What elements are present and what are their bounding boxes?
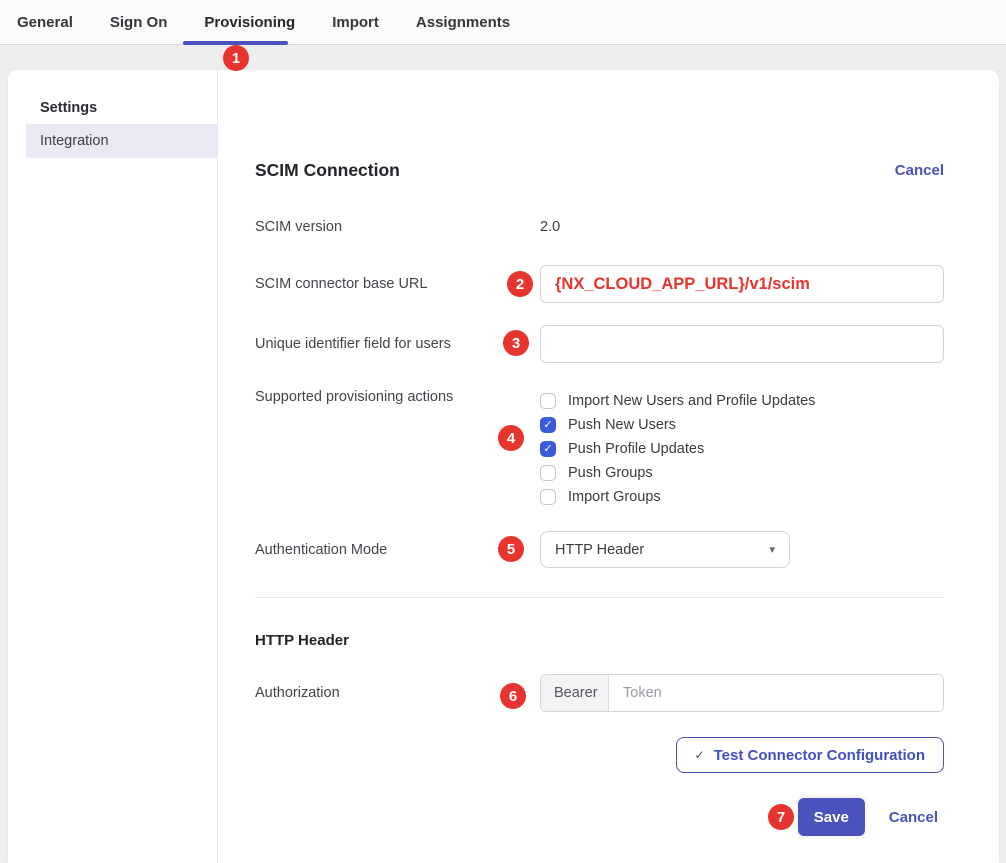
chevron-down-icon: ▾ bbox=[769, 543, 775, 556]
provisioning-actions-list: ✓ Import New Users and Profile Updates ✓… bbox=[540, 389, 815, 509]
page-title: SCIM Connection bbox=[255, 160, 895, 181]
base-url-label: SCIM connector base URL bbox=[255, 265, 540, 303]
checkbox-label: Import New Users and Profile Updates bbox=[568, 393, 815, 409]
checkmark-icon: ✓ bbox=[543, 444, 552, 455]
cancel-link-top[interactable]: Cancel bbox=[895, 162, 944, 179]
authorization-input-group: Bearer bbox=[540, 674, 944, 712]
unique-id-row: Unique identifier field for users bbox=[255, 325, 944, 363]
step-badge-1: 1 bbox=[223, 45, 249, 71]
form-header: SCIM Connection Cancel bbox=[255, 160, 944, 181]
tab-provisioning[interactable]: Provisioning bbox=[204, 14, 295, 31]
http-header-title: HTTP Header bbox=[255, 632, 349, 649]
section-divider bbox=[255, 597, 944, 598]
checkbox-push-new-users[interactable]: ✓ bbox=[540, 417, 556, 433]
checkbox-row-import-users-profiles[interactable]: ✓ Import New Users and Profile Updates bbox=[540, 389, 815, 413]
sidebar-section-label: Settings bbox=[40, 100, 97, 116]
form-footer: Save Cancel bbox=[255, 798, 944, 836]
checkbox-label: Import Groups bbox=[568, 489, 661, 505]
step-badge-4: 4 bbox=[498, 425, 524, 451]
step-badge-7: 7 bbox=[768, 804, 794, 830]
tab-sign-on[interactable]: Sign On bbox=[110, 14, 168, 31]
checkbox-import-groups[interactable]: ✓ bbox=[540, 489, 556, 505]
tab-list: General Sign On Provisioning Import Assi… bbox=[0, 0, 1006, 44]
tab-general[interactable]: General bbox=[17, 14, 73, 31]
scim-version-value: 2.0 bbox=[540, 219, 560, 235]
sidebar-item-label: Integration bbox=[40, 133, 109, 149]
checkbox-label: Push Groups bbox=[568, 465, 653, 481]
checkbox-label: Push Profile Updates bbox=[568, 441, 704, 457]
checkbox-row-push-new-users[interactable]: ✓ Push New Users bbox=[540, 413, 815, 437]
auth-mode-selected-value: HTTP Header bbox=[555, 542, 769, 558]
step-badge-6: 6 bbox=[500, 683, 526, 709]
auth-mode-select[interactable]: HTTP Header ▾ bbox=[540, 531, 790, 568]
checkbox-push-groups[interactable]: ✓ bbox=[540, 465, 556, 481]
sidebar-item-integration[interactable]: Integration bbox=[26, 124, 218, 158]
step-badge-3: 3 bbox=[503, 330, 529, 356]
check-icon: ✓ bbox=[695, 748, 705, 762]
test-connector-button[interactable]: ✓ Test Connector Configuration bbox=[676, 737, 944, 773]
app-tabbar: General Sign On Provisioning Import Assi… bbox=[0, 0, 1006, 45]
sidebar: Settings Integration bbox=[8, 70, 218, 863]
step-badge-2: 2 bbox=[507, 271, 533, 297]
cancel-link-bottom[interactable]: Cancel bbox=[889, 809, 938, 826]
checkbox-row-import-groups[interactable]: ✓ Import Groups bbox=[540, 485, 815, 509]
authorization-label: Authorization bbox=[255, 674, 540, 712]
authorization-row: Authorization Bearer bbox=[255, 674, 944, 712]
checkbox-push-profile-updates[interactable]: ✓ bbox=[540, 441, 556, 457]
token-input[interactable] bbox=[609, 675, 943, 711]
provisioning-actions-row: Supported provisioning actions ✓ Import … bbox=[255, 389, 944, 509]
checkbox-import-users-profiles[interactable]: ✓ bbox=[540, 393, 556, 409]
tab-import[interactable]: Import bbox=[332, 14, 379, 31]
test-connector-row: ✓ Test Connector Configuration bbox=[255, 737, 944, 773]
base-url-row: SCIM connector base URL bbox=[255, 265, 944, 303]
base-url-input[interactable] bbox=[540, 265, 944, 303]
http-header-section: HTTP Header bbox=[255, 632, 944, 649]
checkbox-row-push-groups[interactable]: ✓ Push Groups bbox=[540, 461, 815, 485]
bearer-prefix: Bearer bbox=[541, 675, 609, 711]
checkbox-label: Push New Users bbox=[568, 417, 676, 433]
auth-mode-row: Authentication Mode HTTP Header ▾ bbox=[255, 531, 944, 568]
provisioning-actions-label: Supported provisioning actions bbox=[255, 389, 540, 509]
scim-version-label: SCIM version bbox=[255, 219, 540, 235]
unique-id-label: Unique identifier field for users bbox=[255, 325, 540, 363]
step-badge-5: 5 bbox=[498, 536, 524, 562]
settings-card: Settings Integration SCIM Connection Can… bbox=[8, 70, 999, 863]
checkmark-icon: ✓ bbox=[543, 420, 552, 431]
checkbox-row-push-profile-updates[interactable]: ✓ Push Profile Updates bbox=[540, 437, 815, 461]
scim-version-row: SCIM version 2.0 bbox=[255, 219, 944, 235]
save-button[interactable]: Save bbox=[798, 798, 865, 836]
tab-assignments[interactable]: Assignments bbox=[416, 14, 510, 31]
unique-id-input[interactable] bbox=[540, 325, 944, 363]
test-connector-label: Test Connector Configuration bbox=[714, 747, 925, 764]
